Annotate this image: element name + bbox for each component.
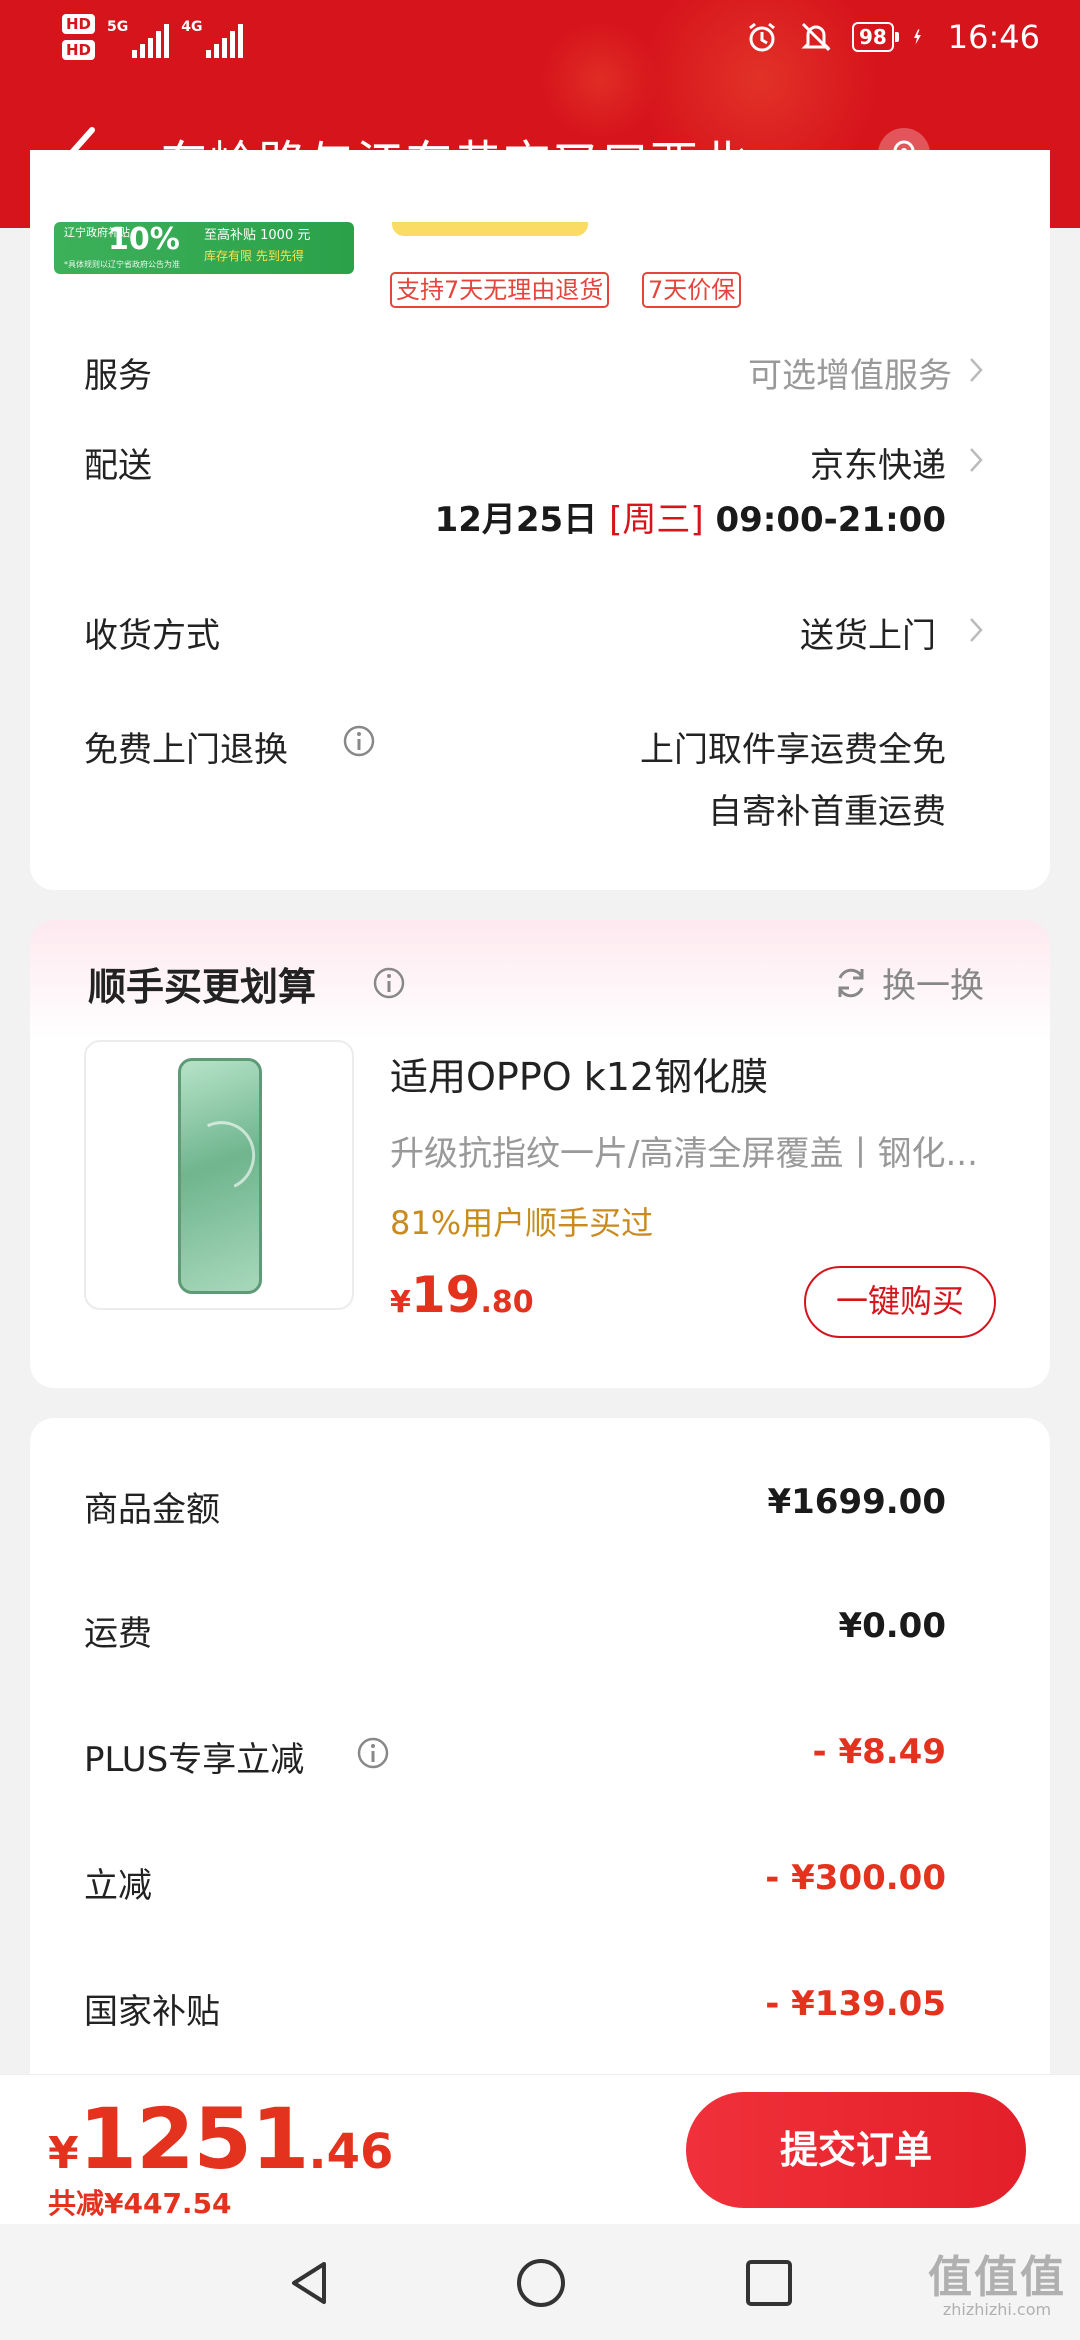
- chevron-right-icon[interactable]: [968, 616, 984, 644]
- status-bar: HD HD 5G 4G 98 16:46: [0, 0, 1080, 84]
- gov-subsidy-banner: 辽宁政府补贴 10% 至高补贴 1000 元 库存有限 先到先得 *具体规则以辽…: [54, 222, 354, 274]
- tag-price-protect: 7天价保: [642, 272, 742, 308]
- product-image[interactable]: [84, 1040, 354, 1310]
- addon-title: 顺手买更划算: [88, 965, 317, 1009]
- clock: 16:46: [947, 18, 1040, 56]
- summary-label-plus: PLUS专享立减: [84, 1740, 305, 1780]
- info-icon[interactable]: [356, 1736, 390, 1770]
- delivery-date: 12月25日: [434, 500, 598, 540]
- free-return-label: 免费上门退换: [84, 730, 288, 770]
- nav-recents-icon[interactable]: [742, 2256, 796, 2310]
- summary-label-goods: 商品金额: [84, 1490, 220, 1530]
- summary-value-freight: ¥0.00: [838, 1606, 946, 1646]
- summary-value-discount: - ¥300.00: [765, 1858, 946, 1898]
- system-nav-bar: [0, 2224, 1080, 2340]
- submit-order-button[interactable]: 提交订单: [686, 2092, 1026, 2208]
- service-value[interactable]: 可选增值服务: [748, 348, 952, 397]
- nav-home-icon[interactable]: [514, 2256, 568, 2310]
- summary-value-subsidy: - ¥139.05: [765, 1984, 946, 2024]
- hd-badge: HD: [62, 40, 96, 60]
- hd-badge: HD: [62, 14, 96, 34]
- product-title[interactable]: 适用OPPO k12钢化膜: [390, 1046, 768, 1101]
- receive-method-label: 收货方式: [84, 616, 220, 656]
- delivery-label: 配送: [84, 446, 152, 486]
- signal-5g: 5G: [107, 20, 170, 58]
- summary-label-discount: 立减: [84, 1866, 152, 1906]
- battery-indicator: 98: [851, 22, 899, 52]
- phone-illustration: [177, 1058, 265, 1294]
- delivery-weekday: [周三]: [609, 500, 704, 540]
- charging-icon: [913, 29, 921, 45]
- mute-bell-icon: [801, 22, 831, 52]
- info-icon[interactable]: [372, 966, 406, 1000]
- watermark: 值值值 zhizhizhi.com: [928, 2252, 1066, 2320]
- total-price: ¥1251.46: [48, 2090, 394, 2188]
- price-badge-edge: [392, 222, 588, 236]
- free-return-value-2: 自寄补首重运费: [708, 792, 946, 832]
- delivery-time: 12月25日 [周三] 09:00-21:00: [435, 492, 946, 541]
- receive-method-value[interactable]: 送货上门: [800, 608, 936, 657]
- alarm-icon: [749, 22, 775, 52]
- product-subtitle: 升级抗指纹一片/高清全屏覆盖丨钢化...: [390, 1134, 978, 1174]
- refresh-icon: [838, 968, 864, 997]
- service-label: 服务: [84, 356, 152, 396]
- signal-bars-icon: [132, 24, 170, 58]
- signal-bars-icon: [206, 24, 244, 58]
- nav-back-icon[interactable]: [284, 2256, 338, 2310]
- tag-7day-return: 支持7天无理由退货: [390, 272, 610, 308]
- summary-value-plus: - ¥8.49: [812, 1732, 947, 1772]
- delivery-hours: 09:00-21:00: [715, 500, 946, 540]
- one-click-buy-button[interactable]: 一键购买: [804, 1266, 996, 1338]
- free-return-value-1: 上门取件享运费全免: [640, 730, 946, 770]
- summary-label-subsidy: 国家补贴: [84, 1992, 220, 2032]
- total-saved: 共减¥447.54: [48, 2187, 232, 2220]
- signal-4g: 4G: [181, 20, 244, 58]
- product-price: ¥19.80: [390, 1266, 534, 1324]
- summary-label-freight: 运费: [84, 1614, 152, 1654]
- chevron-right-icon[interactable]: [968, 446, 984, 474]
- info-icon[interactable]: [342, 724, 376, 758]
- buy-percent: 81%用户顺手买过: [390, 1204, 654, 1242]
- chevron-right-icon[interactable]: [968, 356, 984, 384]
- delivery-value[interactable]: 京东快递: [810, 438, 946, 487]
- summary-value-goods: ¥1699.00: [767, 1482, 946, 1522]
- swap-button[interactable]: 换一换: [832, 958, 984, 1007]
